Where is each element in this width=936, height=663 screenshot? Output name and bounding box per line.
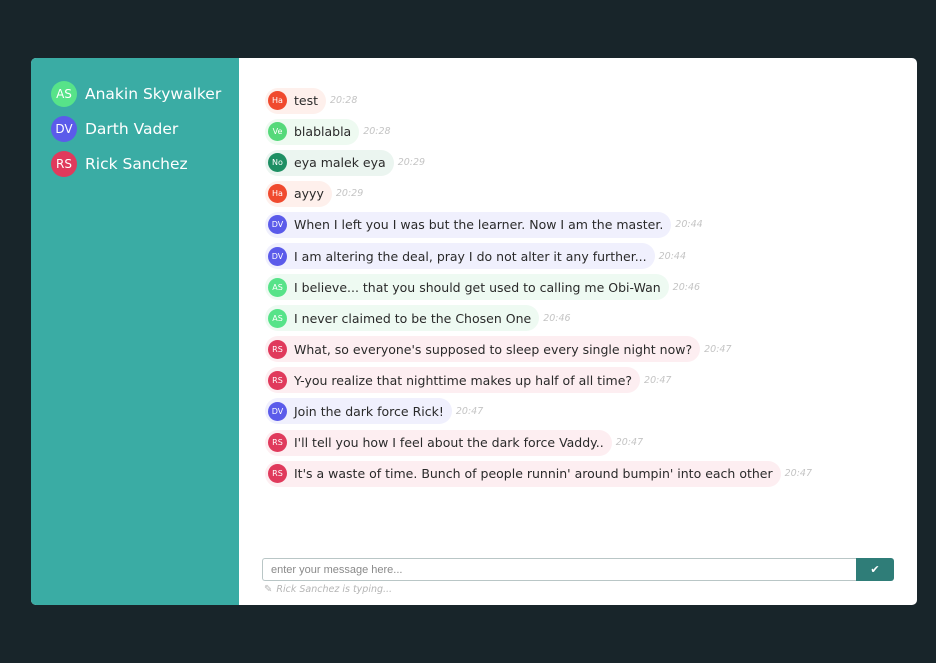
message-input[interactable]	[262, 558, 856, 581]
message-bubble: AS I believe... that you should get used …	[265, 274, 669, 301]
message-bubble: DV I am altering the deal, pray I do not …	[265, 243, 655, 270]
message-text: What, so everyone's supposed to sleep ev…	[294, 341, 693, 357]
message-row: RS Y-you realize that nighttime makes up …	[265, 365, 907, 396]
message-timestamp: 20:44	[675, 219, 703, 231]
message-bubble: Ha ayyy	[265, 180, 332, 207]
pencil-icon: ✎	[264, 584, 273, 595]
message-timestamp: 20:28	[330, 95, 358, 107]
message-text: I never claimed to be the Chosen One	[294, 310, 532, 326]
message-timestamp: 20:29	[335, 188, 364, 200]
message-bubble: No eya malek eya	[265, 149, 394, 176]
message-avatar: Ve	[268, 122, 287, 142]
message-timestamp: 20:44	[658, 250, 687, 262]
message-timestamp: 20:47	[644, 374, 672, 386]
message-avatar: RS	[268, 464, 287, 484]
message-bubble: RS What, so everyone's supposed to sleep …	[265, 336, 701, 363]
check-icon: ✔	[870, 563, 880, 576]
chat-main: Ha test 20:28 Ve blablabla 20:28 No eya malek e…	[239, 58, 917, 605]
message-text: Join the dark force Rick!	[294, 403, 444, 419]
message-text: I believe... that you should get used to…	[294, 279, 661, 295]
user-list: AS Anakin Skywalker DV Darth Vader RS Rick Sa…	[31, 76, 239, 181]
message-row: RS It's a waste of time. Bunch of people …	[265, 458, 907, 489]
message-timestamp: 20:47	[455, 405, 484, 417]
message-text: I am altering the deal, pray I do not al…	[294, 248, 647, 264]
sidebar-user-name: Darth Vader	[85, 119, 179, 138]
message-list[interactable]: Ha test 20:28 Ve blablabla 20:28 No eya malek e…	[265, 85, 907, 489]
message-row: DV When I left you I was but the learner.…	[265, 209, 907, 240]
message-avatar: Ha	[268, 91, 287, 111]
typing-text: Rick Sanchez is typing...	[276, 584, 393, 595]
message-avatar: No	[268, 153, 287, 173]
message-row: AS I believe... that you should get used …	[265, 272, 907, 303]
message-avatar: RS	[268, 433, 287, 453]
message-row: Ha ayyy 20:29	[265, 178, 907, 209]
message-bubble: DV Join the dark force Rick!	[265, 398, 452, 425]
message-text: blablabla	[294, 124, 352, 140]
message-text: I'll tell you how I feel about the dark …	[294, 435, 604, 451]
sidebar-user[interactable]: RS Rick Sanchez	[31, 146, 239, 181]
message-avatar: RS	[268, 339, 287, 359]
sidebar-user-name: Anakin Skywalker	[85, 84, 222, 103]
message-text: Y-you realize that nighttime makes up ha…	[294, 372, 633, 388]
message-text: ayyy	[294, 186, 324, 202]
message-row: RS I'll tell you how I feel about the dar…	[265, 427, 907, 458]
message-row: Ha test 20:28	[265, 85, 907, 116]
message-timestamp: 20:47	[704, 343, 732, 355]
message-bubble: AS I never claimed to be the Chosen One	[265, 305, 540, 332]
avatar: DV	[51, 115, 77, 142]
message-avatar: AS	[268, 308, 287, 328]
message-bubble: Ha test	[265, 87, 327, 114]
composer: ✔	[262, 558, 894, 581]
message-avatar: RS	[268, 370, 287, 390]
message-text: When I left you I was but the learner. N…	[294, 217, 664, 233]
message-row: RS What, so everyone's supposed to sleep …	[265, 334, 907, 365]
message-avatar: DV	[268, 401, 287, 421]
user-sidebar: AS Anakin Skywalker DV Darth Vader RS Rick Sa…	[31, 58, 239, 605]
message-row: No eya malek eya 20:29	[265, 147, 907, 178]
message-timestamp: 20:29	[397, 157, 426, 169]
message-avatar: DV	[268, 215, 287, 235]
message-avatar: AS	[268, 277, 287, 297]
sidebar-user[interactable]: DV Darth Vader	[31, 111, 239, 146]
message-row: Ve blablabla 20:28	[265, 116, 907, 147]
message-text: It's a waste of time. Bunch of people ru…	[294, 466, 773, 482]
message-timestamp: 20:46	[543, 312, 571, 324]
avatar: RS	[51, 150, 77, 177]
sidebar-user[interactable]: AS Anakin Skywalker	[31, 76, 239, 111]
message-bubble: RS I'll tell you how I feel about the dar…	[265, 429, 612, 456]
message-row: DV I am altering the deal, pray I do not …	[265, 240, 907, 271]
message-timestamp: 20:47	[784, 468, 813, 480]
message-row: DV Join the dark force Rick! 20:47	[265, 396, 907, 427]
message-text: eya malek eya	[294, 155, 386, 171]
message-text: test	[294, 93, 319, 109]
message-timestamp: 20:46	[672, 281, 701, 293]
message-avatar: DV	[268, 246, 287, 266]
typing-indicator: ✎ Rick Sanchez is typing...	[264, 584, 392, 595]
message-bubble: RS Y-you realize that nighttime makes up …	[265, 367, 641, 394]
message-bubble: DV When I left you I was but the learner.…	[265, 211, 672, 238]
avatar: AS	[51, 80, 77, 107]
message-bubble: Ve blablabla	[265, 118, 360, 145]
chat-window: AS Anakin Skywalker DV Darth Vader RS Rick Sa…	[31, 58, 917, 605]
send-button[interactable]: ✔	[856, 558, 894, 581]
message-avatar: Ha	[268, 184, 287, 204]
message-bubble: RS It's a waste of time. Bunch of people …	[265, 460, 781, 487]
message-row: AS I never claimed to be the Chosen One 20…	[265, 303, 907, 334]
sidebar-user-name: Rick Sanchez	[85, 154, 188, 173]
message-timestamp: 20:47	[615, 437, 644, 449]
message-timestamp: 20:28	[363, 126, 391, 138]
